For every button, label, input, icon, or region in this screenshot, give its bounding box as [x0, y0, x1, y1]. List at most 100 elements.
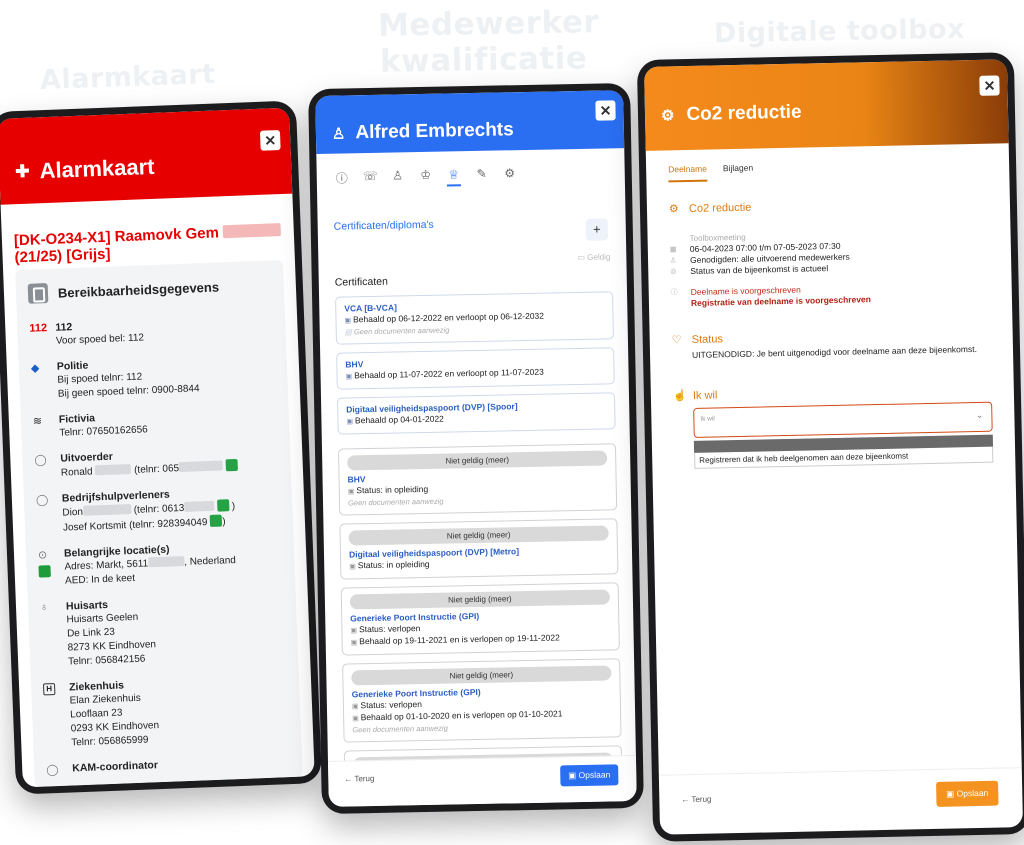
tablet-toolbox: ⚙ Co2 reductie ✕ Deelname Bijlagen ⚙ Co2 … [636, 52, 1024, 842]
entry-uitvoerder: ◯ Uitvoerder Ronald (telnr: 065 [34, 443, 283, 481]
add-certificate-button[interactable]: + [585, 218, 609, 241]
user-icon: ◯ [46, 763, 59, 777]
certificate-icon[interactable]: ♕ [446, 167, 461, 187]
user-icon: ♙ [331, 125, 346, 143]
phone-icon[interactable]: ☏ [363, 169, 378, 188]
alarmkaart-screen: ✚ Alarmkaart ✕ [DK-O234-X1] Raamovk Gem … [0, 107, 315, 788]
toolbox-screen: ⚙ Co2 reductie ✕ Deelname Bijlagen ⚙ Co2 … [643, 59, 1024, 835]
employee-name: Alfred Embrechts [355, 119, 514, 144]
location-icon: ⊙ [38, 547, 66, 590]
save-button[interactable]: ▣ Opslaan [935, 780, 999, 807]
user-icon: ◯ [35, 494, 49, 507]
invalid-badge: Niet geldig (meer) [349, 589, 611, 610]
entry-ziekenhuis: H Ziekenhuis Elan Ziekenhuis Looflaan 23 02… [42, 672, 294, 752]
toolbox-body: ⚙ Co2 reductie Toolboxmeeting ▦ 06-04-2023… [646, 175, 1015, 470]
geldig-toggle[interactable]: ▭ Geldig [577, 252, 610, 262]
user-edit-icon[interactable]: ✎ [475, 167, 489, 186]
invalid-certificate-card[interactable]: Niet geldig (meer) BHV Status: in opleid… [337, 443, 618, 516]
invalid-certificate-card[interactable]: Niet geldig (meer) Generieke Poort Instr… [342, 658, 622, 743]
whatsapp-icon[interactable] [216, 499, 230, 512]
status-text: UITGENODIGD: Je bent uitgenodigd voor de… [691, 343, 977, 360]
section-header: Bereikbaarheidsgegevens [27, 274, 277, 304]
chevron-down-icon: ⌄ [975, 409, 984, 421]
close-icon[interactable]: ✕ [595, 100, 616, 121]
redacted-block [222, 223, 282, 239]
heart-icon: ♡ [671, 334, 682, 347]
section-status: ♡ Status [671, 332, 724, 347]
certificate-card[interactable]: Digitaal veiligheidspaspoort (DVP) [Spoo… [336, 392, 616, 435]
arrow-left-icon: ← [681, 795, 690, 805]
certificates-title: Certificaten [334, 275, 389, 289]
hand-icon: ☝ [672, 390, 687, 403]
building-icon: ≋ [32, 415, 43, 428]
stage: Alarmkaart Medewerker kwalificatie Digit… [0, 0, 1024, 845]
certificates-list: VCA [B-VCA] Behaald op 06-12-2022 en ver… [319, 291, 636, 784]
close-icon[interactable]: ✕ [979, 75, 1000, 96]
whatsapp-icon[interactable] [225, 458, 239, 472]
doctor-icon: ♁ [39, 601, 49, 614]
entry-politie: ◆ Politie Bij spoed telnr: 112 Bij geen sp… [31, 351, 280, 402]
info-icon[interactable]: ⓘ [335, 169, 349, 188]
emergency-phone-icon: 112 [29, 322, 48, 335]
certificates-link[interactable]: Certificaten/diploma's [317, 183, 626, 233]
first-aid-icon: ✚ [14, 161, 30, 182]
entry-locaties: ⊙ Belangrijke locatie(s) Adres: Markt, 5… [38, 538, 287, 589]
tablet-alarmkaart: ✚ Alarmkaart ✕ [DK-O234-X1] Raamovk Gem … [0, 100, 322, 795]
toolbox-header: ⚙ Co2 reductie ✕ [643, 59, 1009, 151]
ik-wil-select[interactable]: Ik wil ⌄ [693, 401, 993, 438]
redacted-block [82, 504, 132, 516]
tab-bijlagen[interactable]: Bijlagen [723, 163, 754, 182]
section-ik-wil: ☝ Ik wil [672, 388, 718, 403]
redacted-block [178, 460, 224, 473]
close-icon[interactable]: ✕ [259, 130, 281, 151]
phone-icon [27, 283, 49, 304]
redacted-block [95, 463, 132, 476]
user-settings-icon[interactable]: ⚙ [503, 166, 517, 185]
entry-kam: ◯ KAM-coordinator [46, 759, 159, 777]
alarmkaart-title: Alarmkaart [39, 153, 155, 184]
entry-bhv: ◯ Bedrijfshulpverleners Dion (telnr: 061… [36, 483, 286, 536]
back-button[interactable]: ← Terug [681, 795, 711, 805]
invalid-certificate-card[interactable]: Niet geldig (meer) Generieke Poort Instr… [340, 582, 620, 656]
medewerker-footer: ← Terug ▣ Opslaan [327, 754, 637, 807]
redacted-block [184, 500, 215, 512]
whatsapp-icon[interactable] [209, 514, 223, 527]
invalid-certificate-card[interactable]: Niet geldig (meer) Digitaal veiligheidsp… [339, 518, 619, 580]
entry-fictivia: ≋ Fictivia Telnr: 07650162656 [33, 404, 282, 441]
save-icon: ▣ [568, 770, 577, 781]
calendar-icon: ▦ [669, 246, 677, 254]
entry-huisarts: ♁ Huisarts Huisarts Geelen De Link 23 8273 … [40, 591, 291, 670]
users-icon: ♙ [669, 257, 677, 265]
bg-title-medewerker: Medewerker [377, 4, 600, 44]
worker-icon[interactable]: ♔ [419, 168, 433, 187]
tab-icon-bar: ⓘ ☏ ♙ ♔ ♕ ✎ ⚙ [316, 148, 625, 189]
status-icon: ◎ [670, 268, 677, 276]
toolbox-footer: ← Terug ▣ Opslaan [658, 767, 1024, 835]
certificate-card[interactable]: BHV Behaald op 11-07-2022 en verloopt op… [336, 347, 615, 390]
invalid-badge: Niet geldig (meer) [351, 665, 612, 686]
tablet-medewerker: ♙ Alfred Embrechts ✕ ⓘ ☏ ♙ ♔ ♕ ✎ ⚙ Certi… [308, 82, 644, 815]
medewerker-screen: ♙ Alfred Embrechts ✕ ⓘ ☏ ♙ ♔ ♕ ✎ ⚙ Certi… [315, 90, 637, 807]
save-button[interactable]: ▣ Opslaan [560, 764, 619, 787]
tab-deelname[interactable]: Deelname [668, 163, 708, 183]
info-icon: ⓘ [670, 289, 678, 297]
arrow-left-icon: ← [344, 774, 353, 784]
invalid-badge: Niet geldig (meer) [347, 450, 608, 471]
contacts-card: Bereikbaarheidsgegevens 112 112 Voor spoe… [15, 259, 303, 787]
entry-112: 112 112 Voor spoed bel: 112 [29, 312, 278, 349]
hospital-icon: H [42, 681, 72, 752]
certificate-card[interactable]: VCA [B-VCA] Behaald op 06-12-2022 en ver… [335, 291, 614, 345]
police-icon: ◆ [30, 362, 40, 375]
invalid-badge: Niet geldig (meer) [348, 525, 609, 546]
alarmkaart-header: ✚ Alarmkaart ✕ [0, 107, 293, 205]
bg-title-toolbox: Digitale toolbox [713, 13, 966, 50]
redacted-block [147, 556, 185, 568]
medewerker-header: ♙ Alfred Embrechts ✕ [315, 90, 625, 155]
section-co2: ⚙ Co2 reductie [668, 201, 752, 216]
back-button[interactable]: ← Terug [344, 774, 374, 784]
bg-title-alarmkaart: Alarmkaart [39, 58, 216, 97]
save-icon: ▣ [946, 788, 955, 799]
user-icon[interactable]: ♙ [391, 168, 405, 187]
toolbox-title: Co2 reductie [686, 101, 802, 126]
project-title: [DK-O234-X1] Raamovk Gem (21/25) [Grijs] [1, 194, 295, 267]
